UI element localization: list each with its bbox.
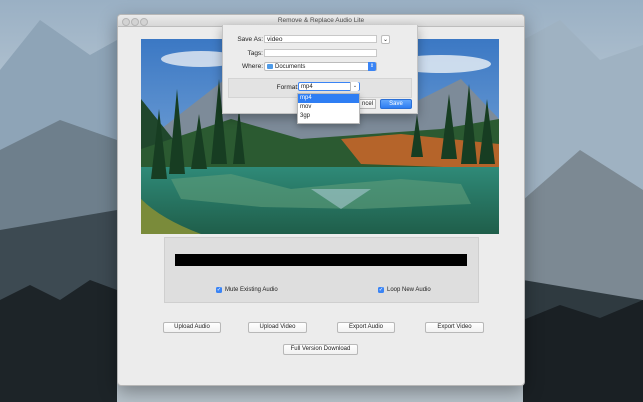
format-option-mov[interactable]: mov [298, 103, 359, 112]
where-label: Where: [242, 63, 263, 70]
folder-icon [267, 64, 273, 69]
save-as-label: Save As: [237, 36, 263, 43]
format-label: Format: [276, 84, 299, 91]
chevron-down-icon: ⌄ [350, 82, 359, 91]
format-value: mp4 [301, 84, 313, 90]
save-button[interactable]: Save [380, 99, 412, 109]
where-select[interactable]: Documents ⇕ [264, 62, 377, 71]
audio-waveform [175, 254, 467, 266]
expand-dialog-button[interactable]: ⌄ [381, 35, 390, 44]
close-button[interactable] [122, 17, 130, 26]
format-option-mp4[interactable]: mp4 [298, 94, 359, 103]
upload-video-button[interactable]: Upload Video [248, 322, 307, 333]
save-as-field[interactable]: video [264, 35, 377, 43]
full-version-download-button[interactable]: Full Version Download [283, 344, 358, 355]
tags-label: Tags: [247, 50, 263, 57]
format-dropdown-menu: mp4 mov 3gp [297, 93, 360, 124]
format-option-3gp[interactable]: 3gp [298, 112, 359, 121]
chevron-down-icon: ⌄ [382, 37, 389, 43]
mute-existing-audio-label: Mute Existing Audio [225, 287, 278, 293]
zoom-button[interactable] [140, 17, 148, 26]
minimize-button[interactable] [131, 17, 139, 26]
export-audio-button[interactable]: Export Audio [337, 322, 395, 333]
checkmark-icon: ✓ [216, 287, 222, 293]
export-video-button[interactable]: Export Video [425, 322, 484, 333]
loop-new-audio-checkbox[interactable]: ✓ Loop New Audio [378, 287, 431, 293]
audio-panel: ✓ Mute Existing Audio ✓ Loop New Audio [164, 237, 479, 303]
tags-field[interactable] [264, 49, 377, 57]
chevron-updown-icon: ⇕ [368, 62, 376, 71]
format-select[interactable]: mp4 ⌄ [298, 82, 360, 91]
where-value: Documents [275, 64, 306, 70]
checkmark-icon: ✓ [378, 287, 384, 293]
upload-audio-button[interactable]: Upload Audio [163, 322, 221, 333]
mute-existing-audio-checkbox[interactable]: ✓ Mute Existing Audio [216, 287, 278, 293]
loop-new-audio-label: Loop New Audio [387, 287, 431, 293]
